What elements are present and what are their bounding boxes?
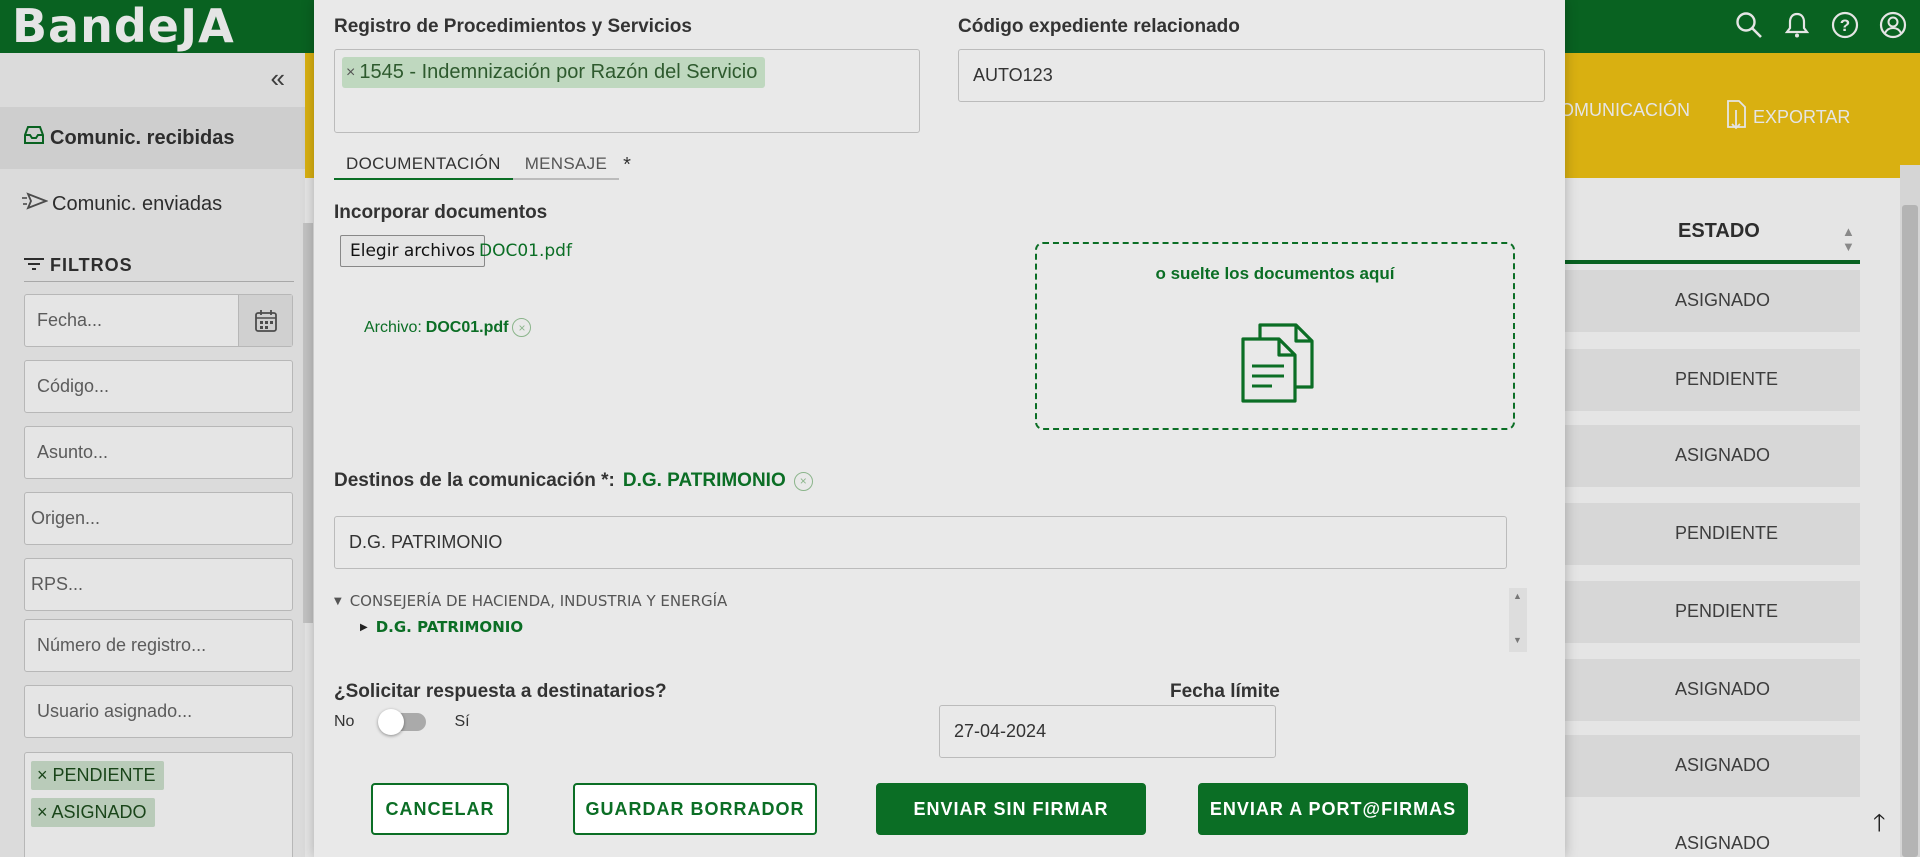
rps-chip[interactable]: × 1545 - Indemnización por Razón del Ser… — [342, 57, 766, 88]
required-mark: * — [623, 154, 631, 176]
fecha-limite-input[interactable]: 27-04-2024 — [939, 705, 1276, 758]
attached-file: Archivo: DOC01.pdf × — [364, 318, 532, 337]
scroll-up-icon[interactable]: ▲ — [1513, 591, 1522, 601]
remove-chip-icon[interactable]: × — [346, 64, 355, 82]
choose-files-button[interactable]: Elegir archivos — [340, 235, 486, 267]
rps-chip-label: 1545 - Indemnización por Razón del Servi… — [359, 61, 758, 83]
selected-file-name: DOC01.pdf — [479, 241, 572, 261]
destinos-selected: D.G. PATRIMONIO — [622, 470, 786, 491]
toggle-si-label: Sí — [454, 713, 470, 730]
modal-tabs: DOCUMENTACIÓN MENSAJE * — [334, 154, 631, 180]
expediente-label: Código expediente relacionado — [958, 16, 1240, 37]
tree-node-label: CONSEJERÍA DE HACIENDA, INDUSTRIA Y ENER… — [349, 592, 728, 610]
destinos-row: Destinos de la comunicación *: D.G. PATR… — [334, 470, 813, 492]
tree-scrollbar[interactable]: ▲ ▼ — [1509, 588, 1527, 652]
remove-file-icon[interactable]: × — [512, 318, 532, 337]
cancel-button[interactable]: CANCELAR — [371, 783, 509, 835]
caret-right-icon[interactable]: ▶ — [360, 622, 368, 633]
tree-node-label: D.G. PATRIMONIO — [375, 618, 524, 636]
tab-documentacion[interactable]: DOCUMENTACIÓN — [334, 154, 513, 180]
respuesta-label: ¿Solicitar respuesta a destinatarios? — [334, 681, 667, 702]
destino-input-value: D.G. PATRIMONIO — [349, 532, 503, 552]
new-communication-modal: Registro de Procedimientos y Servicios ×… — [314, 0, 1565, 857]
dropzone-text: o suelte los documentos aquí — [1155, 264, 1395, 283]
file-dropzone[interactable]: o suelte los documentos aquí — [1035, 242, 1515, 430]
send-unsigned-button[interactable]: ENVIAR SIN FIRMAR — [876, 783, 1146, 835]
rps-label: Registro de Procedimientos y Servicios — [334, 16, 692, 37]
toggle-no-label: No — [334, 713, 355, 730]
tree-node-consejeria[interactable]: ▼ CONSEJERÍA DE HACIENDA, INDUSTRIA Y EN… — [334, 592, 727, 610]
toggle-knob — [378, 709, 405, 735]
tree-node-patrimonio[interactable]: ▶ D.G. PATRIMONIO — [360, 618, 523, 636]
incorporar-label: Incorporar documentos — [334, 202, 548, 223]
tab-mensaje[interactable]: MENSAJE — [512, 154, 620, 180]
destino-search-input[interactable]: D.G. PATRIMONIO — [334, 516, 1507, 569]
documents-icon — [1240, 322, 1318, 409]
destinos-label: Destinos de la comunicación *: — [334, 470, 615, 491]
fecha-limite-value: 27-04-2024 — [954, 721, 1047, 741]
fecha-limite-label: Fecha límite — [1170, 681, 1280, 702]
archivo-name: DOC01.pdf — [425, 318, 509, 336]
send-portafirmas-button[interactable]: ENVIAR A PORT@FIRMAS — [1198, 783, 1468, 835]
expediente-input[interactable]: AUTO123 — [958, 49, 1545, 102]
rps-field[interactable]: × 1545 - Indemnización por Razón del Ser… — [334, 49, 920, 133]
respuesta-toggle-row: No Sí — [334, 709, 470, 735]
scroll-down-icon[interactable]: ▼ — [1513, 635, 1522, 645]
destinos-tree: ▼ CONSEJERÍA DE HACIENDA, INDUSTRIA Y EN… — [334, 588, 1527, 652]
caret-down-icon[interactable]: ▼ — [334, 596, 342, 607]
archivo-label: Archivo: — [364, 318, 422, 336]
remove-destino-icon[interactable]: × — [793, 471, 813, 491]
respuesta-toggle[interactable] — [378, 709, 427, 735]
expediente-value: AUTO123 — [973, 65, 1053, 85]
save-draft-button[interactable]: GUARDAR BORRADOR — [573, 783, 817, 835]
